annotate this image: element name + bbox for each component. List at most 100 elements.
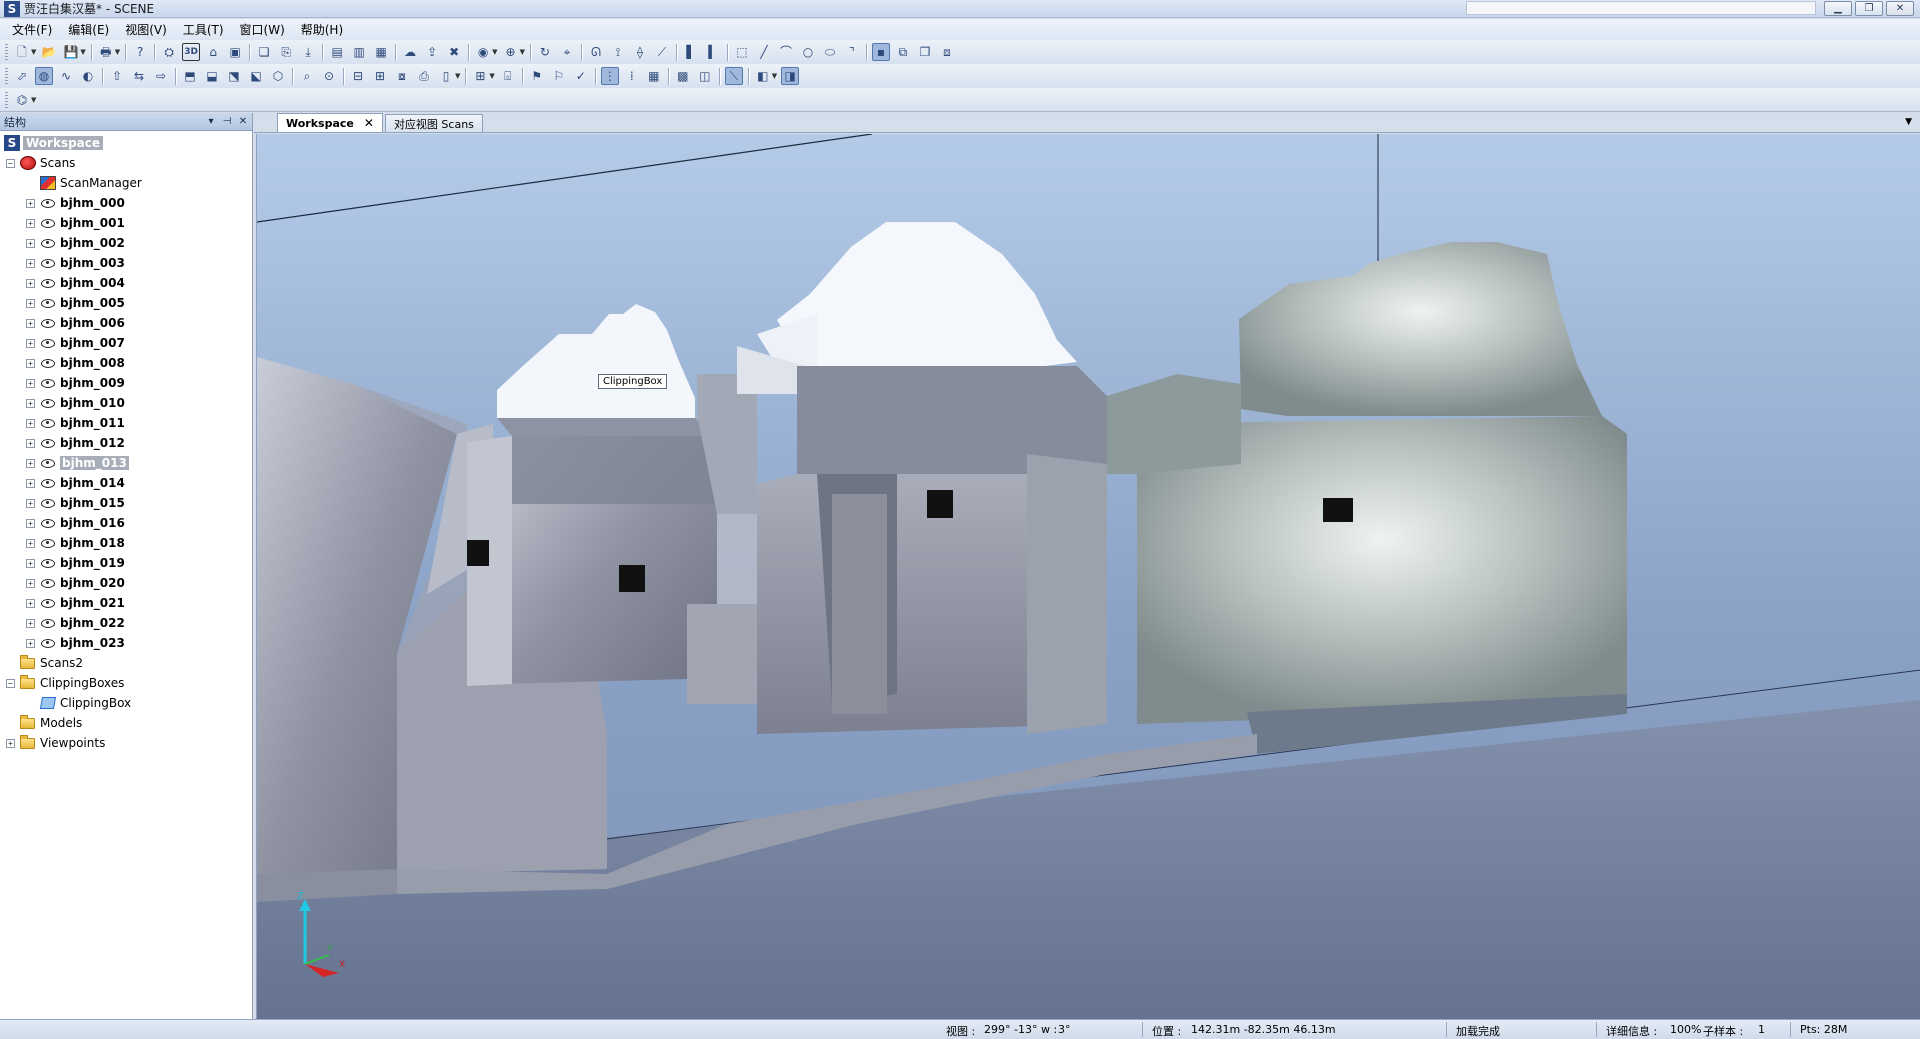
point-density-3-icon[interactable]: ▦ bbox=[645, 67, 663, 85]
polyline-select-icon[interactable]: ⌒ bbox=[777, 43, 795, 61]
cloud-remove-icon[interactable]: ✖ bbox=[445, 43, 463, 61]
clip-icon[interactable]: ⊟ bbox=[349, 67, 367, 85]
expand-icon[interactable]: + bbox=[26, 258, 35, 268]
tab-close-icon[interactable]: ✕ bbox=[364, 116, 374, 130]
tree-row[interactable]: + bjhm_005 bbox=[0, 293, 252, 313]
corner-select-icon[interactable]: ⌝ bbox=[843, 43, 861, 61]
orbit-icon[interactable]: ◐ bbox=[79, 67, 97, 85]
expand-icon[interactable]: + bbox=[26, 458, 35, 468]
tree-row[interactable]: + bjhm_004 bbox=[0, 273, 252, 293]
scan-pos-icon[interactable]: ⧇ bbox=[393, 67, 411, 85]
expand-icon[interactable]: + bbox=[26, 518, 35, 528]
flag-edit-icon[interactable]: ⚐ bbox=[550, 67, 568, 85]
device-icon[interactable]: ▯ bbox=[437, 67, 455, 85]
tree-row-workspace[interactable]: S Workspace bbox=[0, 133, 252, 153]
view-right-icon[interactable]: ⇨ bbox=[152, 67, 170, 85]
menu-tools[interactable]: 工具(T) bbox=[177, 21, 234, 38]
lasso-add-icon[interactable]: ⟟ bbox=[609, 43, 627, 61]
circle-select-icon[interactable]: ○ bbox=[799, 43, 817, 61]
point-density-2-icon[interactable]: ⁞ bbox=[623, 67, 641, 85]
tree-row[interactable]: + bjhm_003 bbox=[0, 253, 252, 273]
zoom-extent-icon[interactable]: ⊙ bbox=[320, 67, 338, 85]
tree-row[interactable]: + bjhm_022 bbox=[0, 613, 252, 633]
tree-row[interactable]: + Viewpoints bbox=[0, 733, 252, 753]
view-back-icon[interactable]: ⬓ bbox=[203, 67, 221, 85]
save-icon[interactable]: 💾 bbox=[62, 43, 80, 61]
tree-row[interactable]: + bjhm_002 bbox=[0, 233, 252, 253]
tree-row[interactable]: + bjhm_006 bbox=[0, 313, 252, 333]
panel-close-icon[interactable]: ✕ bbox=[236, 116, 250, 127]
expand-icon[interactable]: + bbox=[26, 438, 35, 448]
fly-icon[interactable]: ∿ bbox=[57, 67, 75, 85]
tree-row[interactable]: + bjhm_010 bbox=[0, 393, 252, 413]
expand-icon[interactable]: + bbox=[26, 398, 35, 408]
expand-icon[interactable]: + bbox=[26, 278, 35, 288]
minimize-icon[interactable]: ▁ bbox=[1824, 1, 1852, 16]
flag-check-icon[interactable]: ✓ bbox=[572, 67, 590, 85]
expand-icon[interactable]: + bbox=[26, 338, 35, 348]
tree-row[interactable]: + bjhm_008 bbox=[0, 353, 252, 373]
close-icon[interactable]: ✕ bbox=[1886, 1, 1914, 16]
expand-icon[interactable]: + bbox=[26, 378, 35, 388]
expand-icon[interactable]: + bbox=[26, 498, 35, 508]
expand-icon[interactable]: + bbox=[26, 598, 35, 608]
tree-row[interactable]: + bjhm_013 bbox=[0, 453, 252, 473]
select-tool-icon[interactable]: ⬀ bbox=[13, 67, 31, 85]
structure-view-icon[interactable]: ⛭ bbox=[160, 43, 178, 61]
tree-row[interactable]: Models bbox=[0, 713, 252, 733]
display-mode-2-icon[interactable]: ⧉ bbox=[894, 43, 912, 61]
copy-icon[interactable]: ❏ bbox=[255, 43, 273, 61]
view-left-icon[interactable]: ⬔ bbox=[225, 67, 243, 85]
tree-row[interactable]: + bjhm_016 bbox=[0, 513, 252, 533]
target-icon[interactable]: ⌖ bbox=[558, 43, 576, 61]
texture-icon[interactable]: ▩ bbox=[674, 67, 692, 85]
camera-add-icon[interactable]: ⊕ bbox=[502, 43, 520, 61]
tab-workspace[interactable]: Workspace ✕ bbox=[277, 113, 383, 132]
tree-row[interactable]: + bjhm_011 bbox=[0, 413, 252, 433]
tree-row[interactable]: + bjhm_018 bbox=[0, 533, 252, 553]
tree-row[interactable]: ScanManager bbox=[0, 173, 252, 193]
ellipse-select-icon[interactable]: ⬭ bbox=[821, 43, 839, 61]
flag-icon[interactable]: ⚑ bbox=[528, 67, 546, 85]
tab-list-dropdown-icon[interactable]: ▼ bbox=[1905, 117, 1912, 127]
measure-icon[interactable]: ⟋ bbox=[653, 43, 671, 61]
expand-icon[interactable]: + bbox=[26, 558, 35, 568]
tree-row[interactable]: + bjhm_014 bbox=[0, 473, 252, 493]
tree-row[interactable]: + bjhm_021 bbox=[0, 593, 252, 613]
restore-icon[interactable]: ❐ bbox=[1855, 1, 1883, 16]
toolbar-grip[interactable] bbox=[5, 91, 8, 108]
expand-icon[interactable]: + bbox=[26, 578, 35, 588]
lasso-icon[interactable]: ᘏ bbox=[587, 43, 605, 61]
page-icon[interactable]: ⌺ bbox=[499, 67, 517, 85]
home-icon[interactable]: ⌂ bbox=[204, 43, 222, 61]
tree-row[interactable]: + bjhm_000 bbox=[0, 193, 252, 213]
tree-row[interactable]: + bjhm_012 bbox=[0, 433, 252, 453]
printer-setup-icon[interactable]: ▦ bbox=[372, 43, 390, 61]
open-folder-icon[interactable]: 📂 bbox=[40, 43, 58, 61]
zoom-icon[interactable]: ⌕ bbox=[298, 67, 316, 85]
expand-icon[interactable]: + bbox=[26, 358, 35, 368]
tree-row[interactable]: + bjhm_020 bbox=[0, 573, 252, 593]
cloud-icon[interactable]: ☁ bbox=[401, 43, 419, 61]
menu-edit[interactable]: 编辑(E) bbox=[62, 21, 119, 38]
3d-view-icon[interactable]: 3D bbox=[182, 43, 201, 61]
menu-help[interactable]: 帮助(H) bbox=[295, 21, 353, 38]
tree-row[interactable]: + bjhm_007 bbox=[0, 333, 252, 353]
clip-toggle-icon[interactable]: ⟍ bbox=[724, 67, 743, 85]
tree-row[interactable]: + bjhm_015 bbox=[0, 493, 252, 513]
tree-row[interactable]: + bjhm_023 bbox=[0, 633, 252, 653]
menu-view[interactable]: 视图(V) bbox=[119, 21, 177, 38]
cube-outline-icon[interactable]: ◨ bbox=[781, 67, 800, 85]
display-mode-1-icon[interactable]: ▪ bbox=[871, 43, 890, 61]
toolbar-grip[interactable] bbox=[5, 68, 8, 84]
expand-icon[interactable]: + bbox=[26, 298, 35, 308]
view-front-icon[interactable]: ⬒ bbox=[181, 67, 199, 85]
report-edit-icon[interactable]: ▥ bbox=[350, 43, 368, 61]
rect-select-icon[interactable]: ⬚ bbox=[733, 43, 751, 61]
help-icon[interactable]: ? bbox=[131, 43, 149, 61]
rotate-icon[interactable]: ↻ bbox=[536, 43, 554, 61]
view-top-icon[interactable]: ⬕ bbox=[247, 67, 265, 85]
tree-row[interactable]: − Scans bbox=[0, 153, 252, 173]
display-mode-4-icon[interactable]: ⧈ bbox=[938, 43, 956, 61]
import-icon[interactable]: ⤓ bbox=[299, 43, 317, 61]
